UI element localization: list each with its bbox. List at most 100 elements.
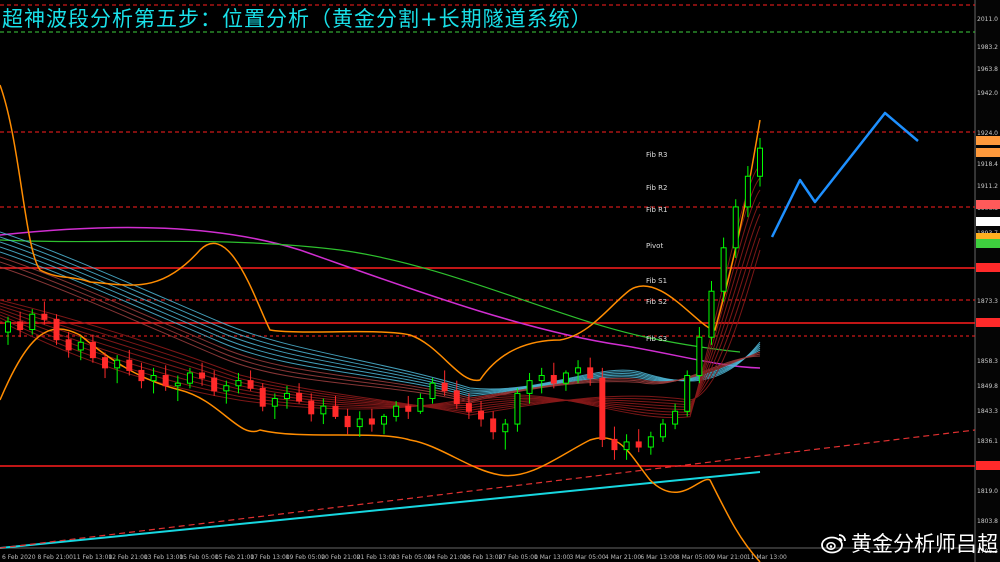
candle-body	[356, 418, 363, 428]
price-tick-label: 1819.0	[977, 488, 998, 495]
ma-ribbon	[0, 236, 761, 391]
pivot-label: Fib S2	[646, 298, 667, 306]
price-tick-label: 1924.0	[977, 130, 998, 137]
ma-ribbon	[0, 231, 761, 390]
candle-body	[77, 341, 84, 351]
candle-body	[696, 336, 703, 377]
candle-body	[114, 359, 121, 369]
price-marker	[976, 461, 1000, 470]
candle-body	[708, 290, 715, 338]
time-tick-label: 15 Feb 05:00	[179, 554, 219, 561]
time-tick-label: 27 Feb 05:00	[499, 554, 539, 561]
candle-body	[393, 405, 400, 417]
candle-body	[684, 375, 691, 412]
price-marker	[976, 217, 1000, 226]
candle-body	[89, 341, 96, 359]
price-tick-label: 1918.4	[977, 161, 998, 168]
time-tick-label: 19 Feb 05:00	[286, 554, 326, 561]
price-tick-label: 1843.3	[977, 408, 998, 415]
candle-body	[308, 400, 315, 415]
candle-body	[29, 313, 36, 331]
price-tick-label: 1873.3	[977, 298, 998, 305]
candle-body	[647, 436, 654, 448]
candle-body	[659, 423, 666, 438]
candle-body	[478, 410, 485, 420]
price-chart[interactable]: Fib R3 Fib R2 Fib R1 Pivot Fib S1 Fib S2 Fib S…	[0, 0, 1000, 562]
candle-body	[623, 441, 630, 451]
watermark-text: 黄金分析师吕超	[851, 532, 998, 556]
candle-body	[429, 382, 436, 400]
chart-stage: Fib R3 Fib R2 Fib R1 Pivot Fib S1 Fib S2 Fib S…	[0, 0, 1000, 562]
chart-title: 超神波段分析第五步：位置分析（黄金分割+长期隧道系统）	[2, 7, 593, 31]
price-tick-label: 1803.8	[977, 518, 998, 525]
time-tick-label: 9 Mar 21:00	[711, 554, 747, 561]
candle-body	[320, 405, 327, 415]
pivot-label: Fib R1	[646, 206, 667, 214]
price-scale	[975, 0, 1000, 562]
price-tick-label: 1911.2	[977, 183, 998, 190]
time-tick-label: 8 Mar 05:00	[676, 554, 712, 561]
candle-body	[562, 372, 569, 384]
time-tick-label: 23 Feb 05:00	[392, 554, 432, 561]
time-tick-label: 4 Mar 21:00	[605, 554, 641, 561]
candle-body	[757, 147, 763, 177]
pivot-label: Fib R3	[646, 151, 667, 159]
price-marker	[976, 239, 1000, 248]
time-tick-label: 6 Feb 2020	[2, 554, 36, 561]
candle-body	[720, 247, 727, 292]
candle-body	[186, 372, 193, 384]
time-tick-label: 26 Feb 13:00	[463, 554, 503, 561]
candle-body	[162, 375, 169, 387]
time-tick-label: 21 Feb 13:00	[357, 554, 397, 561]
ma-green	[0, 239, 741, 353]
candle-body	[587, 367, 594, 379]
candle-body	[65, 339, 72, 351]
price-tick-label: 1858.3	[977, 358, 998, 365]
pivot-label: Fib S3	[646, 335, 667, 343]
candle-body	[405, 405, 412, 412]
candle-body	[744, 175, 751, 208]
price-marker	[976, 136, 1000, 145]
candle-body	[381, 415, 387, 425]
price-marker	[976, 200, 1000, 209]
candle-body	[41, 313, 48, 320]
time-tick-label: 6 Mar 13:00	[640, 554, 676, 561]
price-marker	[976, 148, 1000, 157]
candle-body	[296, 392, 303, 402]
candle-body	[102, 357, 109, 369]
candle-body	[417, 398, 424, 412]
candle-body	[502, 423, 509, 433]
candle-body	[344, 415, 351, 428]
candle-body	[259, 387, 266, 407]
time-tick-label: 11 Mar 13:00	[747, 554, 787, 561]
candle-body	[332, 405, 339, 417]
candle-body	[465, 403, 472, 412]
time-tick-label: 24 Feb 21:00	[428, 554, 468, 561]
candle-body	[150, 375, 157, 382]
price-tick-label: 2011.0	[977, 16, 998, 23]
tunnel-line-lower	[0, 471, 761, 549]
candle-body	[271, 398, 278, 407]
candle-body	[611, 438, 618, 451]
candle-body	[223, 385, 230, 392]
candle-body	[575, 367, 582, 374]
time-tick-label: 13 Feb 13:00	[144, 554, 184, 561]
watermark: 黄金分析师吕超	[821, 528, 998, 558]
time-tick-label: 1 Mar 13:00	[534, 554, 570, 561]
candle-body	[514, 392, 521, 425]
candle-body	[538, 375, 545, 382]
price-tick-label: 1983.2	[977, 44, 998, 51]
candle-body	[453, 390, 460, 405]
candle-body	[138, 369, 145, 382]
candle-body	[441, 382, 448, 392]
price-marker	[976, 263, 1000, 272]
candle-body	[53, 318, 60, 341]
price-tick-label: 1963.8	[977, 66, 998, 73]
time-tick-label: 8 Feb 21:00	[37, 554, 73, 561]
weibo-icon	[821, 534, 846, 554]
candle-body	[672, 410, 679, 425]
candle-body	[368, 418, 375, 425]
time-tick-label: 12 Feb 21:00	[108, 554, 148, 561]
candle-body	[17, 321, 24, 331]
candle-body	[199, 372, 206, 379]
